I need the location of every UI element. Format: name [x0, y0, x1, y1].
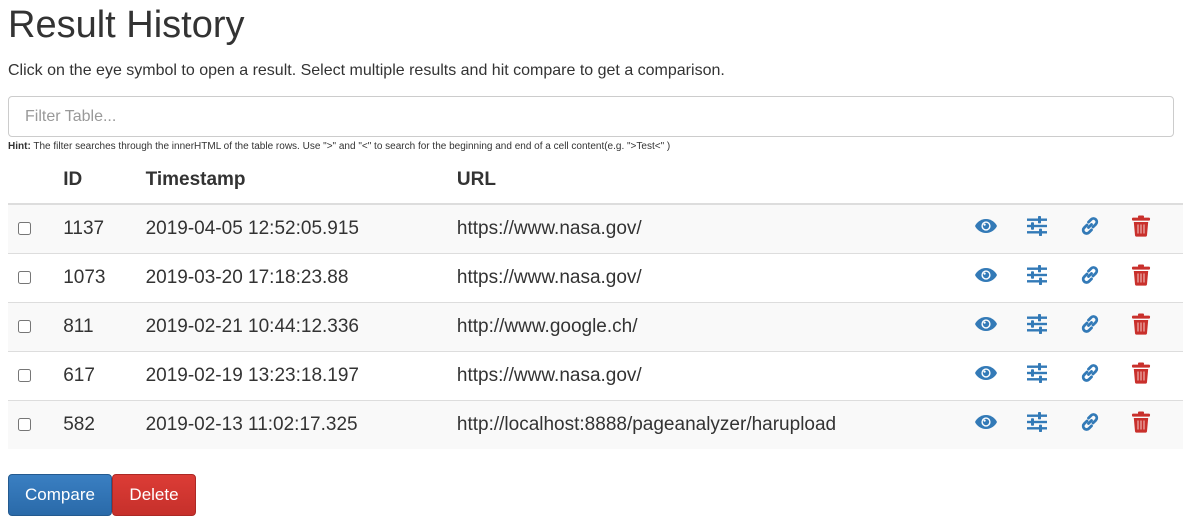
filter-table-input[interactable]	[8, 96, 1174, 137]
result-history-table: ID Timestamp URL 1137 2019-04-05 12:52:0…	[8, 156, 1183, 449]
result-link-cell	[1078, 302, 1131, 352]
trash-icon[interactable]	[1131, 215, 1151, 243]
row-select-checkbox[interactable]	[18, 222, 31, 236]
row-select-cell	[8, 203, 64, 254]
compare-result-cell	[1026, 253, 1079, 303]
row-timestamp: 2019-02-21 10:44:12.336	[145, 302, 457, 352]
row-url: https://www.nasa.gov/	[456, 351, 975, 401]
result-link-cell	[1078, 400, 1131, 449]
row-id: 811	[63, 302, 146, 352]
eye-icon[interactable]	[974, 218, 998, 240]
trash-icon[interactable]	[1131, 411, 1151, 439]
delete-result-cell	[1130, 400, 1183, 449]
trash-icon[interactable]	[1131, 313, 1151, 341]
header-action	[974, 156, 1027, 205]
compare-result-cell	[1026, 400, 1079, 449]
result-link-cell	[1078, 351, 1131, 401]
row-url: https://www.nasa.gov/	[456, 253, 975, 303]
delete-result-cell	[1130, 351, 1183, 401]
filter-hint: Hint: The filter searches through the in…	[8, 141, 670, 153]
row-select-checkbox[interactable]	[18, 271, 31, 285]
row-url: https://www.nasa.gov/	[456, 203, 975, 254]
compare-button[interactable]: Compare	[8, 474, 112, 516]
open-result-cell	[974, 253, 1027, 303]
result-link-cell	[1078, 253, 1131, 303]
header-id[interactable]: ID	[63, 156, 146, 205]
link-icon[interactable]	[1079, 215, 1101, 243]
page-subtitle: Click on the eye symbol to open a result…	[8, 62, 725, 79]
row-timestamp: 2019-02-19 13:23:18.197	[145, 351, 457, 401]
delete-result-cell	[1130, 203, 1183, 254]
sliders-icon[interactable]	[1026, 412, 1048, 438]
row-timestamp: 2019-03-20 17:18:23.88	[145, 253, 457, 303]
open-result-cell	[974, 351, 1027, 401]
header-select	[8, 156, 64, 205]
compare-result-cell	[1026, 351, 1079, 401]
row-select-checkbox[interactable]	[18, 320, 31, 334]
table-header-row: ID Timestamp URL	[8, 156, 1183, 205]
open-result-cell	[974, 302, 1027, 352]
hint-text: The filter searches through the innerHTM…	[33, 141, 671, 152]
table-row: 811 2019-02-21 10:44:12.336 http://www.g…	[8, 302, 1183, 352]
row-id: 1073	[63, 253, 146, 303]
page-title: Result History	[8, 4, 245, 46]
row-id: 1137	[63, 203, 146, 254]
row-id: 582	[63, 400, 146, 449]
hint-label: Hint:	[8, 141, 31, 152]
row-select-cell	[8, 351, 64, 401]
row-select-cell	[8, 400, 64, 449]
sliders-icon[interactable]	[1026, 265, 1048, 291]
table-row: 582 2019-02-13 11:02:17.325 http://local…	[8, 400, 1183, 449]
row-select-cell	[8, 302, 64, 352]
delete-button[interactable]: Delete	[112, 474, 196, 516]
eye-icon[interactable]	[974, 414, 998, 436]
eye-icon[interactable]	[974, 316, 998, 338]
header-action	[1026, 156, 1079, 205]
row-timestamp: 2019-04-05 12:52:05.915	[145, 203, 457, 254]
header-action	[1130, 156, 1183, 205]
link-icon[interactable]	[1079, 313, 1101, 341]
table-row: 1073 2019-03-20 17:18:23.88 https://www.…	[8, 253, 1183, 303]
link-icon[interactable]	[1079, 362, 1101, 390]
trash-icon[interactable]	[1131, 264, 1151, 292]
header-url[interactable]: URL	[456, 156, 975, 205]
eye-icon[interactable]	[974, 365, 998, 387]
header-action	[1078, 156, 1131, 205]
row-url: http://www.google.ch/	[456, 302, 975, 352]
result-link-cell	[1078, 203, 1131, 254]
table-row: 617 2019-02-19 13:23:18.197 https://www.…	[8, 351, 1183, 401]
link-icon[interactable]	[1079, 411, 1101, 439]
eye-icon[interactable]	[974, 267, 998, 289]
sliders-icon[interactable]	[1026, 216, 1048, 242]
compare-result-cell	[1026, 203, 1079, 254]
sliders-icon[interactable]	[1026, 314, 1048, 340]
open-result-cell	[974, 400, 1027, 449]
delete-result-cell	[1130, 302, 1183, 352]
row-select-cell	[8, 253, 64, 303]
row-url: http://localhost:8888/pageanalyzer/harup…	[456, 400, 975, 449]
sliders-icon[interactable]	[1026, 363, 1048, 389]
link-icon[interactable]	[1079, 264, 1101, 292]
header-timestamp[interactable]: Timestamp	[145, 156, 457, 205]
trash-icon[interactable]	[1131, 362, 1151, 390]
row-select-checkbox[interactable]	[18, 369, 31, 383]
table-row: 1137 2019-04-05 12:52:05.915 https://www…	[8, 203, 1183, 254]
compare-result-cell	[1026, 302, 1079, 352]
delete-result-cell	[1130, 253, 1183, 303]
row-id: 617	[63, 351, 146, 401]
row-select-checkbox[interactable]	[18, 418, 31, 432]
row-timestamp: 2019-02-13 11:02:17.325	[145, 400, 457, 449]
open-result-cell	[974, 203, 1027, 254]
